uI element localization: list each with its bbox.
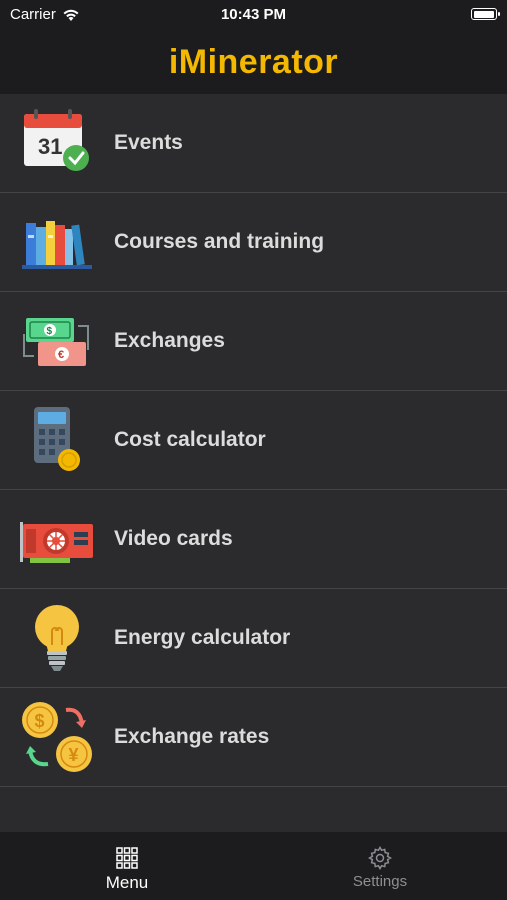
tab-label: Settings	[352, 873, 408, 890]
menu-list: 31 Events Courses and training $ € Excha…	[0, 94, 507, 787]
menu-item-video-cards[interactable]: Video cards	[0, 490, 507, 589]
menu-item-exchanges[interactable]: $ € Exchanges	[0, 292, 507, 391]
svg-text:¥: ¥	[69, 745, 79, 765]
books-icon	[22, 221, 92, 269]
calculator-coin-icon	[34, 407, 80, 471]
menu-item-label: Events	[114, 131, 183, 154]
menu-item-label: Exchanges	[114, 329, 225, 352]
tab-bar: Menu Settings	[0, 832, 507, 900]
clock: 10:43 PM	[220, 6, 287, 23]
svg-text:€: €	[58, 349, 64, 361]
gear-icon	[368, 846, 392, 870]
menu-item-label: Courses and training	[114, 230, 325, 253]
calendar-check-icon: 31	[24, 109, 89, 171]
grid-icon	[116, 847, 138, 869]
currency-exchange-icon: $ ¥	[22, 702, 92, 772]
battery-icon	[471, 8, 500, 20]
app-title: iMinerator	[168, 42, 339, 81]
status-bar: Carrier 10:43 PM	[0, 0, 507, 30]
svg-text:31: 31	[38, 134, 62, 159]
menu-item-label: Cost calculator	[114, 428, 266, 451]
navigation-bar: iMinerator	[0, 30, 507, 94]
menu-item-label: Energy calculator	[114, 626, 291, 649]
menu-item-label: Video cards	[114, 527, 233, 550]
menu-item-cost-calculator[interactable]: Cost calculator	[0, 391, 507, 490]
tab-settings[interactable]: Settings	[253, 832, 507, 900]
menu-item-events[interactable]: 31 Events	[0, 94, 507, 193]
svg-text:$: $	[47, 326, 53, 337]
menu-item-energy-calculator[interactable]: Energy calculator	[0, 589, 507, 688]
menu-item-courses[interactable]: Courses and training	[0, 193, 507, 292]
tab-label: Menu	[105, 873, 149, 892]
graphics-card-icon	[20, 522, 93, 563]
menu-item-exchange-rates[interactable]: $ ¥ Exchange rates	[0, 688, 507, 787]
light-bulb-icon	[35, 605, 79, 671]
menu-item-label: Exchange rates	[114, 725, 270, 748]
money-exchange-icon: $ €	[23, 318, 89, 366]
tab-menu[interactable]: Menu	[0, 832, 254, 900]
svg-text:$: $	[35, 711, 45, 731]
